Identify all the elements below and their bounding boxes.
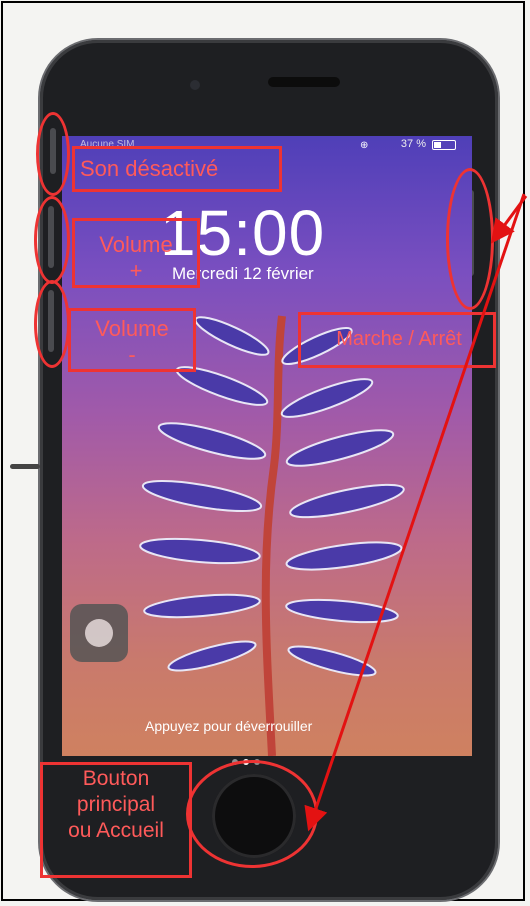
home-arrow: [304, 193, 526, 832]
annotation-arrows: [304, 193, 528, 832]
